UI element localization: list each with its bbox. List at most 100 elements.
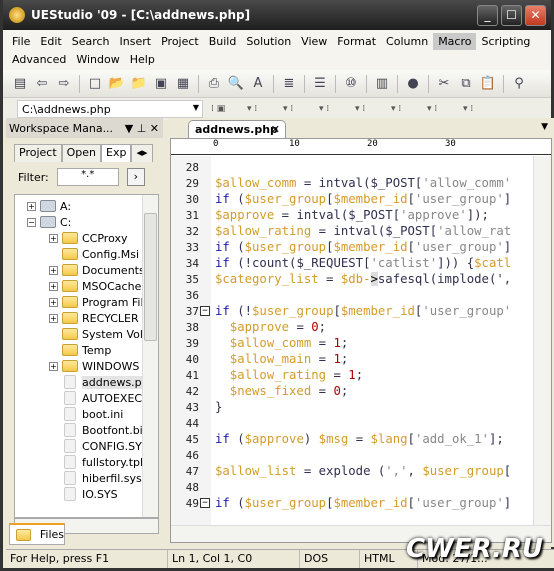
menu-file[interactable]: File (7, 33, 35, 50)
expand-toggle-icon[interactable]: + (49, 297, 58, 307)
tree-vertical-scrollbar[interactable] (142, 195, 158, 517)
expand-toggle-icon[interactable]: + (27, 201, 36, 211)
tree-item[interactable]: + WINDOWS (15, 358, 158, 374)
tree-item[interactable]: + MSOCache (15, 278, 158, 294)
menu-window[interactable]: Window (71, 51, 124, 68)
expand-toggle-icon[interactable]: + (49, 233, 58, 243)
find-icon[interactable]: ⚲ (510, 75, 528, 93)
panel-controls[interactable]: ▼ ⊥ ✕ (125, 122, 159, 135)
menu-insert[interactable]: Insert (115, 33, 157, 50)
expand-toggle-icon[interactable]: + (49, 361, 58, 371)
fold-toggle-icon[interactable]: − (200, 306, 210, 316)
expand-toggle-icon[interactable]: + (49, 313, 58, 323)
tab-project[interactable]: Project (14, 144, 62, 162)
forward-icon[interactable]: ⇨ (55, 75, 73, 93)
apply-filter-button[interactable]: › (126, 168, 145, 186)
chevron-down-icon[interactable]: ▼ (193, 103, 199, 112)
workspace-icon[interactable]: ▤ (11, 75, 29, 93)
menu-edit[interactable]: Edit (35, 33, 66, 50)
tree-item[interactable]: IO.SYS (15, 486, 158, 502)
code-text[interactable]: 28 29 $allow_comm = intval($_POST['allow_c… (171, 159, 533, 511)
expand-toggle-icon[interactable]: + (49, 281, 58, 291)
code-token: $member_id (333, 496, 408, 510)
tab-scroll-arrows[interactable]: ◂▸ (131, 144, 153, 162)
code-pane[interactable]: 0 10 20 30 28 29 $allow_comm = intval($_PO… (170, 138, 552, 543)
tree-item[interactable]: boot.ini (15, 406, 158, 422)
menu-search[interactable]: Search (67, 33, 115, 50)
web-icon[interactable]: ● (404, 75, 422, 93)
tree-item[interactable]: System Volui (15, 326, 158, 342)
column-icon[interactable]: ▥ (373, 75, 391, 93)
toolbar-separator (198, 74, 199, 93)
tree-item[interactable]: addnews.ph (15, 374, 158, 390)
maximize-button[interactable]: ☐ (501, 5, 522, 26)
wrap-icon[interactable]: ☰ (311, 75, 329, 93)
open-icon[interactable]: 📂 (108, 75, 126, 93)
tree-item[interactable]: − C: (15, 214, 158, 230)
tree-item[interactable]: Config.Msi (15, 246, 158, 262)
tab-open[interactable]: Open (61, 144, 102, 162)
save-all-icon[interactable]: ▦ (174, 75, 192, 93)
close-tab-icon[interactable]: ✕ (271, 123, 280, 136)
toolbar-grip[interactable]: ▾ ⁞ (427, 104, 455, 114)
hex-icon[interactable]: ⑩ (342, 75, 360, 93)
menu-advanced[interactable]: Advanced (7, 51, 71, 68)
menu-project[interactable]: Project (156, 33, 204, 50)
copy-icon[interactable]: ⧉ (457, 75, 475, 93)
toolbar-grip[interactable]: ▾ ⁞ (319, 104, 347, 114)
cut-icon[interactable]: ✂ (435, 75, 453, 93)
document-icon[interactable]: ≣ (280, 75, 298, 93)
toolbar-grip[interactable]: ▾ ⁞ (463, 104, 491, 114)
new-file-icon[interactable]: □ (86, 75, 104, 93)
tree-item[interactable]: CONFIG.SYS (15, 438, 158, 454)
menu-solution[interactable]: Solution (241, 33, 296, 50)
code-token: intval($_POST[ (296, 208, 401, 222)
print-icon[interactable]: ⎙ (205, 75, 223, 93)
menu-help[interactable]: Help (125, 51, 160, 68)
menu-format[interactable]: Format (332, 33, 381, 50)
close-button[interactable]: ✕ (525, 5, 546, 26)
toolbar-grip[interactable]: ⁞ ▣ (211, 104, 239, 114)
editor-vertical-scrollbar[interactable] (533, 156, 551, 526)
tree-item[interactable]: fullstory.tpl (15, 454, 158, 470)
filter-input[interactable]: *.* (56, 168, 119, 186)
menu-scripting[interactable]: Scripting (476, 33, 535, 50)
minimize-button[interactable]: _ (477, 5, 498, 26)
scroll-thumb[interactable] (144, 213, 157, 341)
toolbar-grip[interactable]: ▾ ⁞ (247, 104, 275, 114)
open-file-combo[interactable]: C:\addnews.php ▼ (17, 100, 203, 118)
tree-item[interactable]: + Documents a (15, 262, 158, 278)
expand-toggle-icon[interactable]: − (27, 217, 36, 227)
line-number: 40 (185, 353, 199, 366)
menu-build[interactable]: Build (204, 33, 242, 50)
code-token: ( (229, 240, 245, 254)
tree-item[interactable]: + CCProxy (15, 230, 158, 246)
tab-list-arrow-icon[interactable]: ▼ (541, 122, 548, 132)
tree-item[interactable]: + Program File (15, 294, 158, 310)
expand-toggle-icon[interactable]: + (49, 265, 58, 275)
tree-item[interactable]: hiberfil.sys (15, 470, 158, 486)
tree-item[interactable]: AUTOEXEC.E (15, 390, 158, 406)
toolbar-grip[interactable]: ▾ ⁞ (283, 104, 311, 114)
fold-toggle-icon[interactable]: − (200, 498, 210, 508)
code-token: ]); (466, 208, 489, 222)
tree-item[interactable]: Bootfont.bin (15, 422, 158, 438)
tree-item[interactable]: Temp (15, 342, 158, 358)
tab-explorer[interactable]: Exp (101, 144, 132, 162)
tree-item[interactable]: + A: (15, 198, 158, 214)
menu-macro[interactable]: Macro (433, 32, 477, 50)
spell-check-icon[interactable]: A (249, 75, 267, 93)
open-folder-icon[interactable]: 📁 (130, 75, 148, 93)
menu-column[interactable]: Column (381, 33, 433, 50)
toolbar-grip[interactable]: ▾ ⁞ (391, 104, 419, 114)
files-tab[interactable]: Files (9, 523, 65, 545)
save-icon[interactable]: ▣ (152, 75, 170, 93)
code-token: $member_id (340, 304, 415, 318)
paste-icon[interactable]: 📋 (479, 75, 497, 93)
print-preview-icon[interactable]: 🔍 (227, 75, 245, 93)
tab-addnews-php[interactable]: addnews.php ✕ (188, 120, 286, 138)
back-icon[interactable]: ⇦ (33, 75, 51, 93)
tree-item[interactable]: + RECYCLER (15, 310, 158, 326)
menu-view[interactable]: View (296, 33, 332, 50)
toolbar-grip[interactable]: ▾ ⁞ (355, 104, 383, 114)
